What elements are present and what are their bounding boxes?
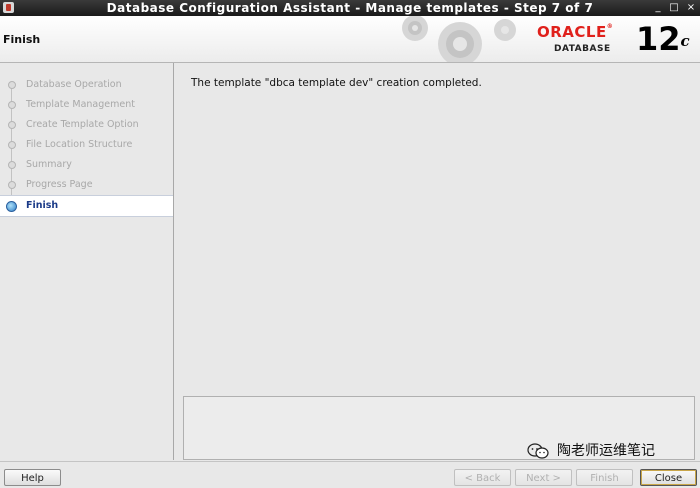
minimize-button[interactable]: _ xyxy=(651,0,665,16)
step-node-icon xyxy=(8,181,16,189)
oracle-database-logo: ORACLE® DATABASE 12c xyxy=(532,20,698,60)
step-node-icon xyxy=(8,101,16,109)
close-button[interactable]: Close xyxy=(640,469,697,486)
step-file-location-structure: File Location Structure xyxy=(0,135,173,155)
window-titlebar[interactable]: Database Configuration Assistant - Manag… xyxy=(0,0,700,16)
wizard-steps-sidebar: Database Operation Template Management C… xyxy=(0,63,174,460)
version-badge: 12c xyxy=(636,20,690,58)
step-database-operation: Database Operation xyxy=(0,75,173,95)
step-node-icon xyxy=(8,141,16,149)
window-title: Database Configuration Assistant - Manag… xyxy=(106,1,594,15)
step-label: Finish xyxy=(26,200,59,211)
database-wordmark: DATABASE xyxy=(554,44,611,54)
oracle-wordmark: ORACLE® xyxy=(537,23,614,41)
step-label: Template Management xyxy=(26,99,135,110)
watermark-text: 陶老师运维笔记 xyxy=(557,443,655,459)
step-node-icon xyxy=(8,161,16,169)
step-template-management: Template Management xyxy=(0,95,173,115)
back-button[interactable]: < Back xyxy=(454,469,511,486)
button-bar: Help < Back Next > Finish Close xyxy=(0,461,700,488)
step-label: Progress Page xyxy=(26,179,93,190)
current-step-icon xyxy=(6,201,17,212)
step-label: Create Template Option xyxy=(26,119,139,130)
close-window-button[interactable]: × xyxy=(684,0,698,16)
step-label: File Location Structure xyxy=(26,139,133,150)
maximize-button[interactable]: □ xyxy=(667,0,681,16)
next-button[interactable]: Next > xyxy=(515,469,572,486)
step-summary: Summary xyxy=(0,155,173,175)
step-header: Finish ORACLE® DATABASE 12c xyxy=(0,16,700,63)
step-create-template-option: Create Template Option xyxy=(0,115,173,135)
finish-button[interactable]: Finish xyxy=(576,469,633,486)
page-title: Finish xyxy=(3,33,41,46)
step-label: Summary xyxy=(26,159,72,170)
help-button[interactable]: Help xyxy=(4,469,61,486)
step-node-icon xyxy=(8,121,16,129)
gears-graphic xyxy=(402,16,516,62)
step-finish[interactable]: Finish xyxy=(0,195,173,217)
main-content: The template "dbca template dev" creatio… xyxy=(174,63,700,460)
step-progress-page: Progress Page xyxy=(0,175,173,195)
wechat-icon xyxy=(527,443,549,459)
completion-message: The template "dbca template dev" creatio… xyxy=(191,77,482,89)
step-label: Database Operation xyxy=(26,79,122,90)
step-node-icon xyxy=(8,81,16,89)
